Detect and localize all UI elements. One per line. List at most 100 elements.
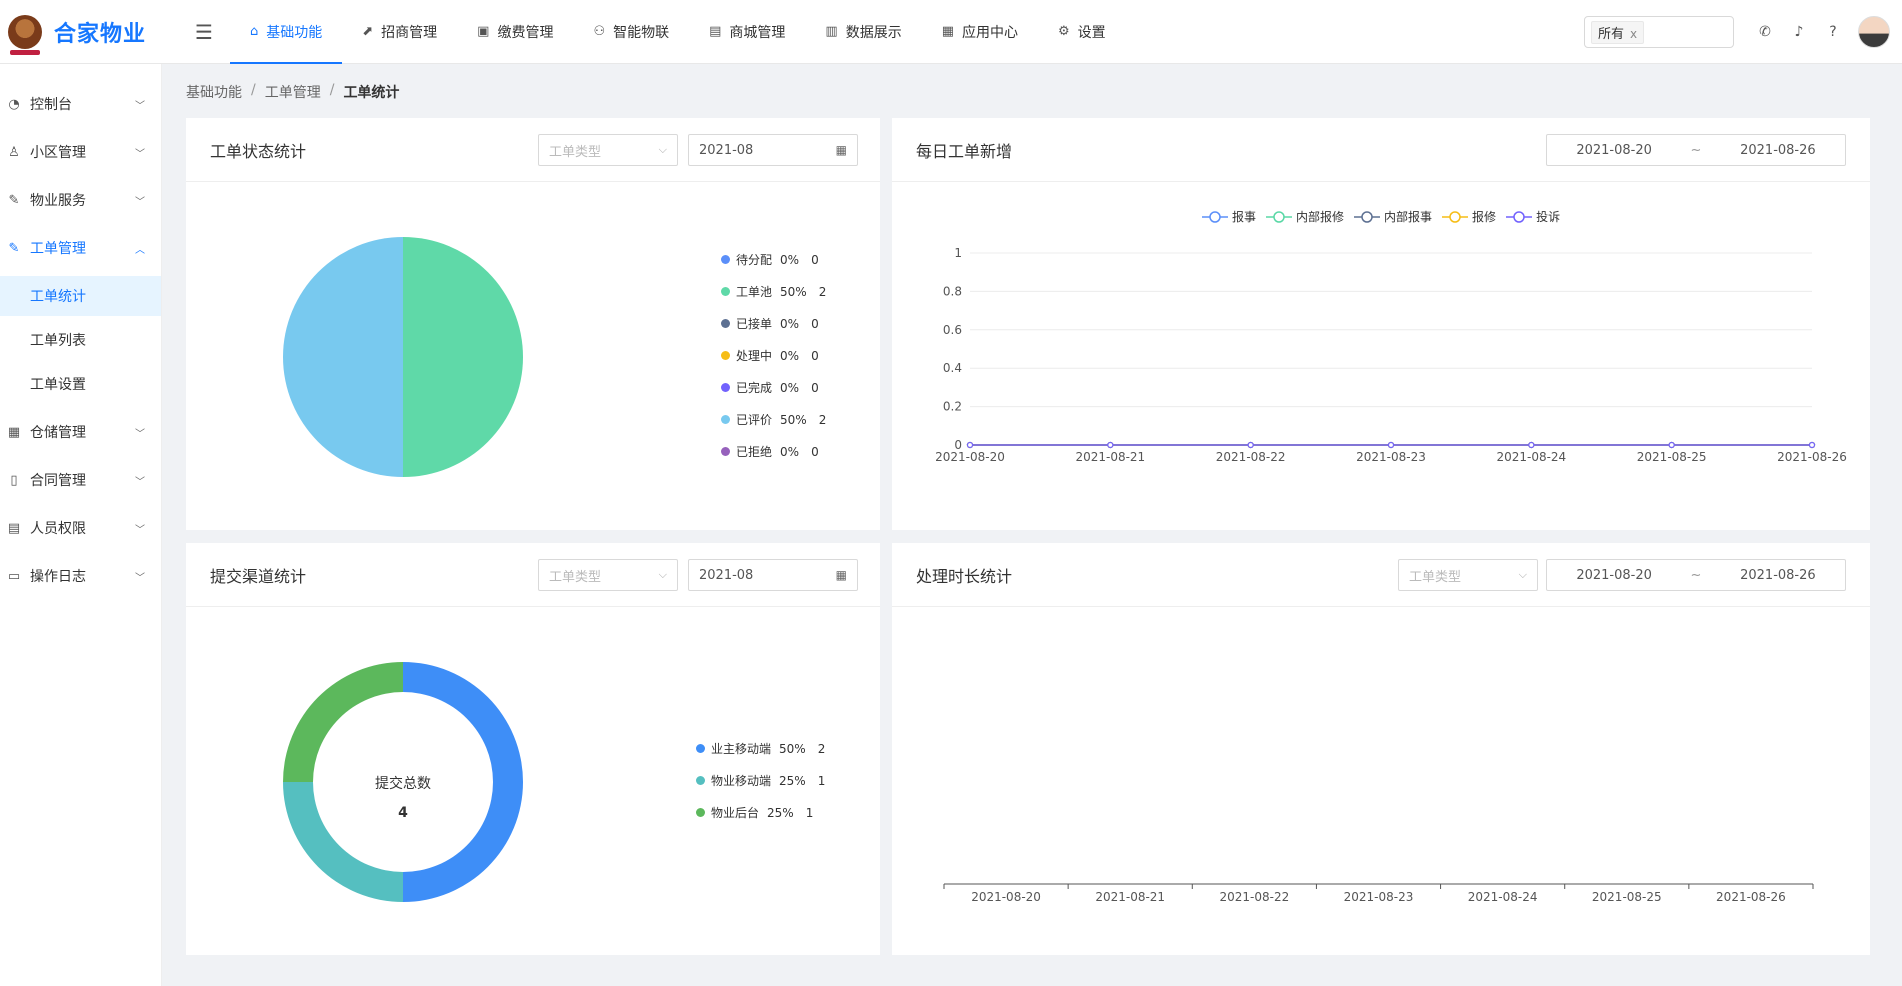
pie-slice[interactable] [283, 237, 403, 477]
legend-item[interactable]: 已完成 0% 0 [721, 379, 819, 396]
data-point[interactable] [1808, 441, 1816, 449]
sidebar-item[interactable]: ✎ 工单管理 ︿ [0, 224, 161, 272]
file-icon: ▯ [10, 472, 18, 488]
legend-item[interactable]: 已评价 50% 2 [721, 411, 826, 428]
topnav-item[interactable]: ⚇ 智能物联 [573, 0, 689, 64]
legend-item[interactable]: 物业移动端 25% 1 [696, 772, 825, 789]
order-type-select[interactable]: 工单类型 ⌵ [538, 134, 678, 166]
card-title: 工单状态统计 [210, 141, 307, 161]
card-title: 提交渠道统计 [210, 566, 307, 586]
topnav-item[interactable]: ▦ 应用中心 [922, 0, 1038, 64]
sidebar-item-label: 操作日志 [30, 569, 86, 585]
line-legend-item[interactable]: 投诉 [1506, 208, 1560, 225]
legend-dot [721, 255, 730, 264]
legend-item[interactable]: 物业后台 25% 1 [696, 804, 813, 821]
sidebar-item-label: 合同管理 [30, 473, 86, 489]
chevron-down-icon: ﹀ [135, 476, 145, 488]
breadcrumb-current: 工单统计 [343, 85, 400, 101]
topnav-label: 应用中心 [962, 24, 1019, 41]
sidebar-item[interactable]: ◔ 控制台 ﹀ [0, 80, 161, 128]
card-title: 每日工单新增 [916, 141, 1013, 161]
legend-percent: 0% [780, 316, 800, 331]
legend-item[interactable]: 处理中 0% 0 [721, 347, 819, 364]
breadcrumb-separator: / [329, 82, 335, 98]
legend-name: 内部报事 [1384, 210, 1433, 224]
order-type-select[interactable]: 工单类型 ⌵ [538, 559, 678, 591]
chevron-down-icon: ﹀ [135, 428, 145, 440]
legend-count: 1 [817, 773, 826, 788]
topnav-label: 商城管理 [729, 24, 786, 41]
legend-percent: 50% [779, 741, 806, 756]
breadcrumb-item[interactable]: 工单管理 [265, 82, 321, 102]
line-legend-item[interactable]: 报事 [1202, 208, 1256, 225]
legend-dot [721, 415, 730, 424]
legend-count: 0 [811, 348, 819, 363]
data-point[interactable] [1107, 441, 1114, 449]
legend-name: 内部报修 [1296, 210, 1345, 224]
topnav-item[interactable]: ▣ 缴费管理 [457, 0, 573, 64]
topnav-item[interactable]: ⬈ 招商管理 [342, 0, 457, 64]
close-icon[interactable]: x [1630, 27, 1637, 41]
line-legend-item[interactable]: 内部报修 [1266, 208, 1344, 225]
data-point[interactable] [1247, 441, 1254, 449]
receipt-icon: ▣ [477, 24, 490, 39]
topnav-item[interactable]: ⚙ 设置 [1038, 0, 1126, 64]
chevron-down-icon: ﹀ [135, 572, 145, 584]
sidebar-item[interactable]: ✎ 物业服务 ﹀ [0, 176, 161, 224]
pie-slice[interactable] [403, 237, 523, 477]
pie-slice[interactable] [283, 662, 403, 782]
sidebar-item[interactable]: ▭ 操作日志 ﹀ [0, 552, 161, 600]
logo[interactable]: 合家物业 [0, 0, 164, 64]
wrench-icon: ✎ [8, 192, 20, 208]
status-stats-card: 工单状态统计 工单类型 ⌵ 2021-08 ▦ 待分配 0% 0 工单池 50% 2 已接单… [186, 118, 880, 530]
pie-slice[interactable] [283, 782, 403, 902]
legend-item[interactable]: 业主移动端 50% 2 [696, 740, 825, 757]
data-point[interactable] [966, 441, 974, 449]
month-picker[interactable]: 2021-08 ▦ [688, 559, 858, 591]
sidebar-subitem[interactable]: 工单列表 [0, 320, 161, 360]
menu-collapse-icon[interactable]: ☰ [184, 20, 224, 44]
legend-name: 报事 [1232, 210, 1257, 224]
range-start: 2021-08-20 [1576, 567, 1652, 583]
legend-item[interactable]: 已拒绝 0% 0 [721, 443, 819, 460]
line-legend-item[interactable]: 报修 [1442, 208, 1496, 225]
help-icon[interactable]: ? [1816, 24, 1850, 40]
chevron-down-icon: ﹀ [135, 196, 145, 208]
chevron-down-icon: ﹀ [135, 100, 145, 112]
legend-name: 业主移动端 [711, 742, 772, 756]
topnav-item[interactable]: ▤ 商城管理 [689, 0, 805, 64]
line-legend-item[interactable]: 内部报事 [1354, 208, 1432, 225]
sidebar-item[interactable]: ▯ 合同管理 ﹀ [0, 456, 161, 504]
sidebar-item[interactable]: ♙ 小区管理 ﹀ [0, 128, 161, 176]
sidebar-subitem[interactable]: 工单统计 [0, 276, 161, 316]
sidebar-item[interactable]: ▤ 人员权限 ﹀ [0, 504, 161, 552]
date-range-picker[interactable]: 2021-08-20 ~ 2021-08-26 [1546, 134, 1846, 166]
sidebar-subitem[interactable]: 工单设置 [0, 364, 161, 404]
legend-item[interactable]: 已接单 0% 0 [721, 315, 819, 332]
data-point[interactable] [1387, 441, 1395, 449]
legend-item[interactable]: 工单池 50% 2 [721, 283, 826, 300]
legend-percent: 0% [780, 380, 800, 395]
month-picker[interactable]: 2021-08 ▦ [688, 134, 858, 166]
topnav-label: 智能物联 [613, 24, 670, 41]
breadcrumb-item[interactable]: 基础功能 [186, 82, 242, 102]
topnav-item[interactable]: ▥ 数据展示 [805, 0, 921, 64]
legend-item[interactable]: 待分配 0% 0 [721, 251, 819, 268]
x-tick-label: 2021-08-26 [1716, 890, 1786, 904]
sidebar-item[interactable]: ▦ 仓储管理 ﹀ [0, 408, 161, 456]
card-header: 提交渠道统计 工单类型 ⌵ 2021-08 ▦ [186, 543, 880, 607]
range-separator: ~ [1690, 142, 1702, 158]
warehouse-icon: ▦ [7, 424, 21, 440]
phone-icon[interactable]: ✆ [1748, 24, 1782, 40]
data-point[interactable] [1668, 441, 1675, 449]
x-tick-label: 2021-08-22 [1219, 890, 1289, 904]
home-icon: ⌂ [250, 24, 259, 39]
sidebar: ◔ 控制台 ﹀ ♙ 小区管理 ﹀ ✎ 物业服务 ﹀ ✎ 工单管理 ︿ 工单统计 工单列表 工单设置 ▦ 仓储管理… [0, 64, 162, 986]
avatar[interactable] [1858, 16, 1890, 48]
topnav-item[interactable]: ⌂ 基础功能 [230, 0, 343, 64]
date-range-picker[interactable]: 2021-08-20 ~ 2021-08-26 [1546, 559, 1846, 591]
scope-select[interactable]: 所有 x [1584, 16, 1734, 48]
order-type-select[interactable]: 工单类型 ⌵ [1398, 559, 1538, 591]
data-point[interactable] [1528, 441, 1535, 449]
bell-icon[interactable]: ♪ [1782, 24, 1816, 40]
